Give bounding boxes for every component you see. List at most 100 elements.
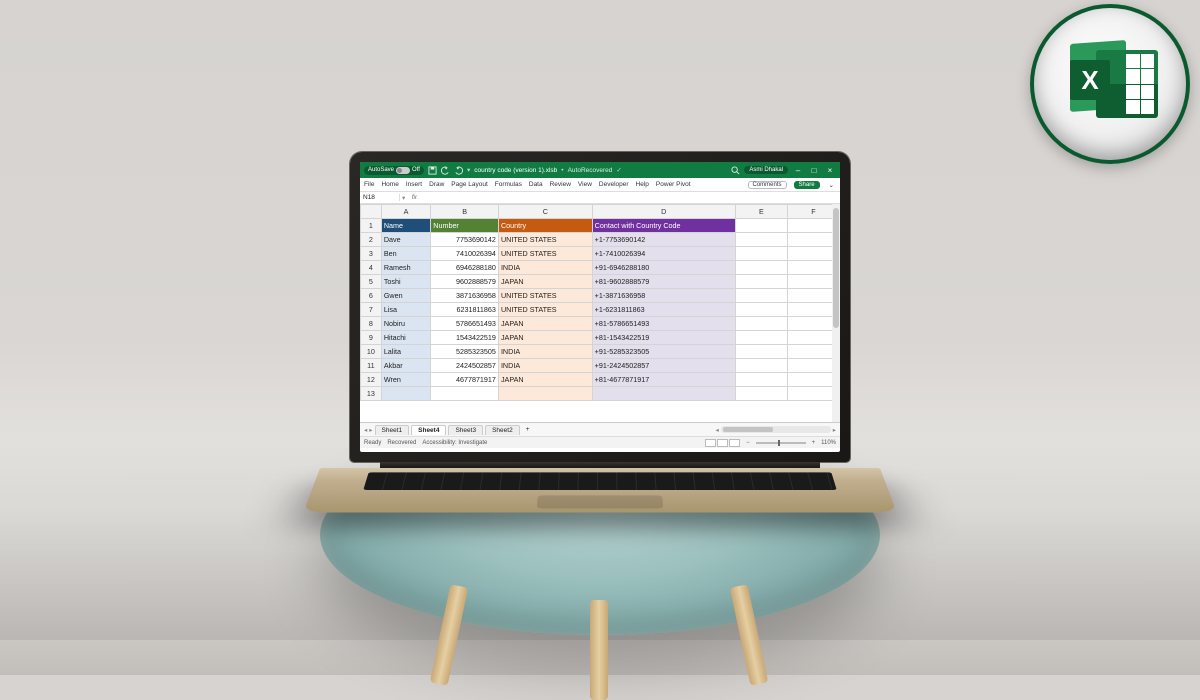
cell[interactable]: Nobiru xyxy=(381,317,430,331)
cell[interactable] xyxy=(735,261,787,275)
cell[interactable]: +91-5285323505 xyxy=(592,345,735,359)
cell[interactable]: Lalita xyxy=(381,345,430,359)
close-button[interactable]: × xyxy=(824,166,836,175)
cell[interactable]: JAPAN xyxy=(498,331,592,345)
cell[interactable]: 6946288180 xyxy=(431,261,499,275)
scrollbar-thumb[interactable] xyxy=(723,427,773,432)
cell[interactable]: Dave xyxy=(381,233,430,247)
cell[interactable]: 5786651493 xyxy=(431,317,499,331)
tab-developer[interactable]: Developer xyxy=(599,181,629,188)
tab-formulas[interactable]: Formulas xyxy=(495,181,522,188)
cell[interactable]: Ben xyxy=(381,247,430,261)
maximize-button[interactable]: □ xyxy=(808,166,820,175)
row-header[interactable]: 11 xyxy=(361,359,382,373)
row-header[interactable]: 7 xyxy=(361,303,382,317)
cell[interactable]: Wren xyxy=(381,373,430,387)
save-icon[interactable] xyxy=(428,166,437,175)
cell[interactable]: INDIA xyxy=(498,345,592,359)
tab-data[interactable]: Data xyxy=(529,181,543,188)
sheet-tab-active[interactable]: Sheet4 xyxy=(411,425,446,435)
name-box[interactable]: N18 xyxy=(360,194,400,201)
cell[interactable]: 7753690142 xyxy=(431,233,499,247)
cell[interactable]: 4677871917 xyxy=(431,373,499,387)
autosave-toggle[interactable]: AutoSave Off xyxy=(364,166,424,175)
table-row[interactable]: 8Nobiru5786651493JAPAN+81-5786651493 xyxy=(361,317,840,331)
table-row[interactable]: 3Ben7410026394UNITED STATES+1-7410026394 xyxy=(361,247,840,261)
cell[interactable] xyxy=(735,317,787,331)
cell[interactable] xyxy=(735,233,787,247)
cell[interactable] xyxy=(735,275,787,289)
cell[interactable]: 2424502857 xyxy=(431,359,499,373)
scrollbar-thumb[interactable] xyxy=(833,208,839,328)
scroll-right-icon[interactable]: ▸ xyxy=(833,426,836,434)
cell[interactable]: Akbar xyxy=(381,359,430,373)
cell[interactable]: +1-7753690142 xyxy=(592,233,735,247)
table-row[interactable]: 9Hitachi1543422519JAPAN+81-1543422519 xyxy=(361,331,840,345)
sheet-tab[interactable]: Sheet2 xyxy=(485,425,520,435)
sheet-tab[interactable]: Sheet3 xyxy=(448,425,483,435)
select-all[interactable] xyxy=(361,205,382,219)
cell[interactable] xyxy=(735,331,787,345)
search-icon[interactable] xyxy=(731,166,740,175)
zoom-slider[interactable] xyxy=(756,442,806,444)
cell[interactable] xyxy=(498,387,592,401)
cell[interactable]: +1-6231811863 xyxy=(592,303,735,317)
cell[interactable]: +81-1543422519 xyxy=(592,331,735,345)
cell[interactable]: +1-7410026394 xyxy=(592,247,735,261)
comments-button[interactable]: Comments xyxy=(748,181,787,189)
normal-view-icon[interactable] xyxy=(705,439,716,447)
table-row[interactable]: 6Gwen3871636958UNITED STATES+1-387163695… xyxy=(361,289,840,303)
tab-help[interactable]: Help xyxy=(636,181,649,188)
ribbon-collapse-icon[interactable]: ⌄ xyxy=(827,181,836,189)
cell[interactable]: UNITED STATES xyxy=(498,303,592,317)
cell[interactable]: 3871636958 xyxy=(431,289,499,303)
tab-power-pivot[interactable]: Power Pivot xyxy=(656,181,691,188)
redo-icon[interactable] xyxy=(454,166,463,175)
namebox-dropdown-icon[interactable]: ▾ xyxy=(400,194,407,202)
cell[interactable] xyxy=(735,373,787,387)
cell[interactable]: Ramesh xyxy=(381,261,430,275)
row-header[interactable]: 3 xyxy=(361,247,382,261)
cell[interactable]: UNITED STATES xyxy=(498,247,592,261)
sheet-tab[interactable]: Sheet1 xyxy=(375,425,410,435)
header-number[interactable]: Number xyxy=(431,219,499,233)
row-header[interactable]: 1 xyxy=(361,219,382,233)
cell[interactable] xyxy=(592,387,735,401)
row-header[interactable]: 2 xyxy=(361,233,382,247)
table-row[interactable]: 12Wren4677871917JAPAN+81-4677871917 xyxy=(361,373,840,387)
cell[interactable]: Hitachi xyxy=(381,331,430,345)
cell[interactable]: JAPAN xyxy=(498,317,592,331)
row-header[interactable]: 5 xyxy=(361,275,382,289)
cell[interactable]: +81-4677871917 xyxy=(592,373,735,387)
cell[interactable]: JAPAN xyxy=(498,275,592,289)
cell[interactable]: UNITED STATES xyxy=(498,289,592,303)
row-header[interactable]: 4 xyxy=(361,261,382,275)
cell[interactable] xyxy=(381,387,430,401)
col-header-a[interactable]: A xyxy=(381,205,430,219)
table-row[interactable]: 13 xyxy=(361,387,840,401)
row-header[interactable]: 8 xyxy=(361,317,382,331)
cell[interactable] xyxy=(735,219,787,233)
header-contact[interactable]: Contact with Country Code xyxy=(592,219,735,233)
tab-file[interactable]: File xyxy=(364,181,374,188)
cell[interactable]: JAPAN xyxy=(498,373,592,387)
cell[interactable] xyxy=(735,359,787,373)
tab-review[interactable]: Review xyxy=(550,181,571,188)
spreadsheet-grid[interactable]: A B C D E F 1 Name Number Country Contac… xyxy=(360,204,840,401)
cell[interactable]: +81-9602888579 xyxy=(592,275,735,289)
tab-nav-next-icon[interactable]: ▸ xyxy=(369,426,372,434)
table-row[interactable]: 5Toshi9602888579JAPAN+81-9602888579 xyxy=(361,275,840,289)
tab-draw[interactable]: Draw xyxy=(429,181,444,188)
tab-nav-prev-icon[interactable]: ◂ xyxy=(364,426,367,434)
zoom-level[interactable]: 110% xyxy=(821,440,836,446)
scroll-left-icon[interactable]: ◂ xyxy=(715,426,718,434)
header-country[interactable]: Country xyxy=(498,219,592,233)
table-row[interactable]: 10Lalita5285323505INDIA+91-5285323505 xyxy=(361,345,840,359)
table-row[interactable]: 1 Name Number Country Contact with Count… xyxy=(361,219,840,233)
cell[interactable] xyxy=(735,247,787,261)
cell[interactable]: INDIA xyxy=(498,359,592,373)
col-header-b[interactable]: B xyxy=(431,205,499,219)
table-row[interactable]: 7Lisa6231811863UNITED STATES+1-623181186… xyxy=(361,303,840,317)
column-header-row[interactable]: A B C D E F xyxy=(361,205,840,219)
col-header-c[interactable]: C xyxy=(498,205,592,219)
